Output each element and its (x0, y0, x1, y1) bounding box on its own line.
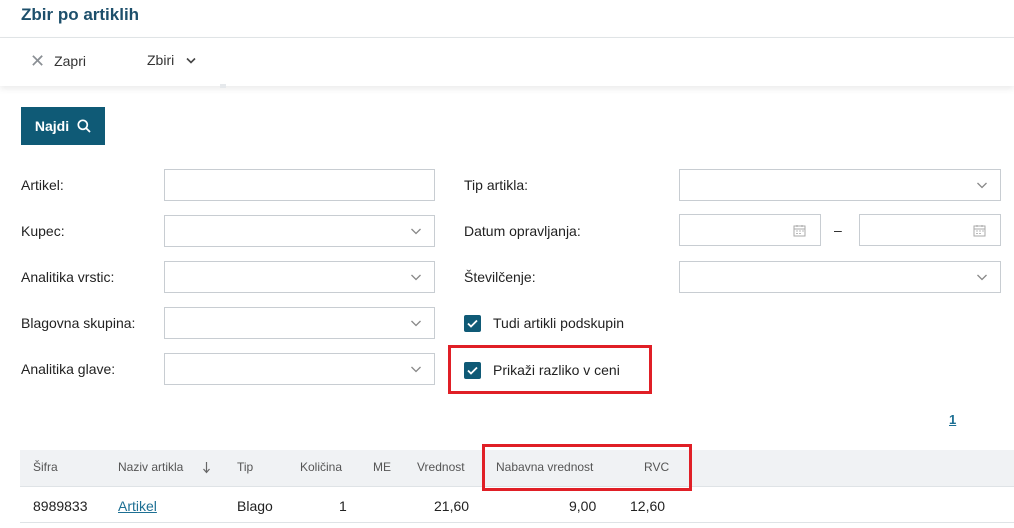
podskupine-label: Tudi artikli podskupin (493, 315, 624, 331)
checkmark-icon (467, 366, 478, 375)
column-header-tip[interactable]: Tip (237, 460, 253, 474)
datum-opravljanja-label: Datum opravljanja: (464, 223, 581, 239)
analitika-vrstic-label: Analitika vrstic: (21, 269, 115, 285)
chevron-down-icon (977, 274, 987, 281)
column-header-me[interactable]: ME (373, 460, 391, 474)
column-header-vrednost[interactable]: Vrednost (417, 460, 465, 474)
chevron-down-icon (186, 57, 196, 64)
date-from-input[interactable] (679, 214, 821, 246)
summary-label: Zbiri (147, 52, 175, 68)
cell-nabavna-vrednost: 9,00 (569, 498, 597, 514)
chevron-down-icon (411, 228, 421, 235)
toolbar: ✕ Zapri Zbiri (0, 38, 1014, 86)
cell-sifra: 8989833 (33, 498, 88, 514)
kupec-select[interactable] (164, 215, 435, 247)
title-bar: Zbir po artiklih (0, 0, 1014, 38)
page-title: Zbir po artiklih (21, 5, 140, 24)
tip-artikla-select[interactable] (679, 169, 1001, 201)
column-header-naziv[interactable]: Naziv artikla (118, 460, 183, 474)
cell-vrednost: 21,60 (434, 498, 470, 514)
blagovna-skupina-select[interactable] (164, 307, 435, 339)
kupec-label: Kupec: (21, 223, 65, 239)
date-separator: – (834, 222, 842, 238)
razlika-v-ceni-label: Prikaži razliko v ceni (493, 362, 620, 378)
summary-dropdown[interactable]: Zbiri (147, 52, 196, 68)
calendar-icon (973, 225, 986, 237)
analitika-glave-label: Analitika glave: (21, 361, 116, 377)
chevron-down-icon (411, 366, 421, 373)
podskupine-checkbox[interactable] (464, 315, 481, 332)
page-link-1[interactable]: 1 (949, 412, 956, 427)
chevron-down-icon (411, 274, 421, 281)
analitika-vrstic-select[interactable] (164, 261, 435, 293)
chevron-down-icon (411, 320, 421, 327)
row-divider (20, 522, 1014, 523)
blagovna-skupina-label: Blagovna skupina: (21, 315, 136, 331)
toolbar-divider (220, 84, 226, 88)
column-header-kolicina[interactable]: Količina (300, 460, 342, 474)
artikel-input[interactable] (164, 169, 435, 201)
analitika-glave-select[interactable] (164, 353, 435, 385)
highlight-box (482, 444, 692, 491)
find-button[interactable]: Najdi (21, 107, 105, 145)
razlika-v-ceni-checkbox[interactable] (464, 362, 481, 379)
chevron-down-icon (977, 182, 987, 189)
column-header-sifra[interactable]: Šifra (33, 460, 58, 474)
stevilcenje-select[interactable] (679, 261, 1001, 293)
artikel-label: Artikel: (21, 177, 64, 193)
date-to-input[interactable] (859, 214, 1001, 246)
calendar-icon (793, 225, 806, 237)
close-icon: ✕ (30, 51, 46, 71)
cell-naziv-link[interactable]: Artikel (118, 498, 157, 514)
close-button[interactable]: ✕ Zapri (30, 52, 86, 70)
close-label: Zapri (54, 53, 86, 69)
arrow-down-icon[interactable] (202, 461, 211, 474)
find-label: Najdi (34, 118, 70, 134)
cell-rvc: 12,60 (630, 498, 666, 514)
cell-kolicina: 1 (339, 498, 347, 514)
tip-artikla-label: Tip artikla: (464, 177, 529, 193)
stevilcenje-label: Številčenje: (464, 269, 536, 285)
checkmark-icon (467, 319, 478, 328)
cell-tip: Blago (237, 498, 273, 514)
search-icon (77, 119, 91, 133)
